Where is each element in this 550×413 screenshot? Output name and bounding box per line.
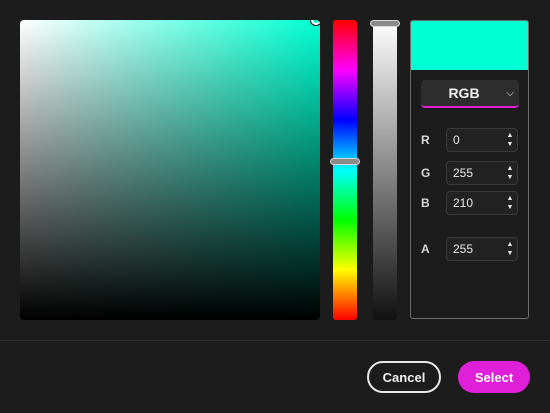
green-spinner: ▲ ▼ <box>503 164 517 182</box>
channel-row-a: A 255 ▲ ▼ <box>421 237 518 261</box>
channel-label-b: B <box>421 196 430 210</box>
channel-row-r: R 0 ▲ ▼ <box>421 128 518 152</box>
alpha-slider[interactable] <box>370 20 400 320</box>
color-mode-label: RGB <box>448 85 480 101</box>
spin-down-icon[interactable]: ▼ <box>507 173 514 182</box>
select-button[interactable]: Select <box>458 361 530 393</box>
saturation-value-square[interactable] <box>20 20 320 320</box>
blue-value: 210 <box>453 196 474 210</box>
spin-up-icon[interactable]: ▲ <box>507 164 514 173</box>
channel-row-g: G 255 ▲ ▼ <box>421 161 518 185</box>
channel-label-g: G <box>421 166 431 180</box>
red-spinner: ▲ ▼ <box>503 131 517 149</box>
spin-up-icon[interactable]: ▲ <box>507 240 514 249</box>
hue-slider[interactable] <box>330 20 360 320</box>
spin-up-icon[interactable]: ▲ <box>507 194 514 203</box>
hue-slider-thumb[interactable] <box>330 157 360 165</box>
red-value-input[interactable]: 0 ▲ ▼ <box>446 128 518 152</box>
cancel-button[interactable]: Cancel <box>367 361 441 393</box>
footer-divider <box>0 340 550 341</box>
alpha-spinner: ▲ ▼ <box>503 240 517 258</box>
alpha-value: 255 <box>453 242 474 256</box>
channel-label-a: A <box>421 242 430 256</box>
alpha-value-input[interactable]: 255 ▲ ▼ <box>446 237 518 261</box>
blue-value-input[interactable]: 210 ▲ ▼ <box>446 191 518 215</box>
color-preview-swatch <box>411 21 528 70</box>
red-value: 0 <box>453 133 460 147</box>
blue-spinner: ▲ ▼ <box>503 194 517 212</box>
channel-row-b: B 210 ▲ ▼ <box>421 191 518 215</box>
color-values-panel: RGB ⌵ R 0 ▲ ▼ G 255 ▲ ▼ B 210 ▲ ▼ A 255 … <box>410 20 529 319</box>
spin-up-icon[interactable]: ▲ <box>507 131 514 140</box>
green-value: 255 <box>453 166 474 180</box>
spin-down-icon[interactable]: ▼ <box>507 140 514 149</box>
color-picker-dialog: RGB ⌵ R 0 ▲ ▼ G 255 ▲ ▼ B 210 ▲ ▼ A 255 … <box>0 0 550 413</box>
spin-down-icon[interactable]: ▼ <box>507 249 514 258</box>
color-selector-handle[interactable] <box>311 20 320 25</box>
alpha-slider-thumb[interactable] <box>370 20 400 27</box>
spin-down-icon[interactable]: ▼ <box>507 203 514 212</box>
green-value-input[interactable]: 255 ▲ ▼ <box>446 161 518 185</box>
color-mode-dropdown[interactable]: RGB ⌵ <box>421 80 519 108</box>
channel-label-r: R <box>421 133 430 147</box>
chevron-down-icon: ⌵ <box>506 87 514 99</box>
